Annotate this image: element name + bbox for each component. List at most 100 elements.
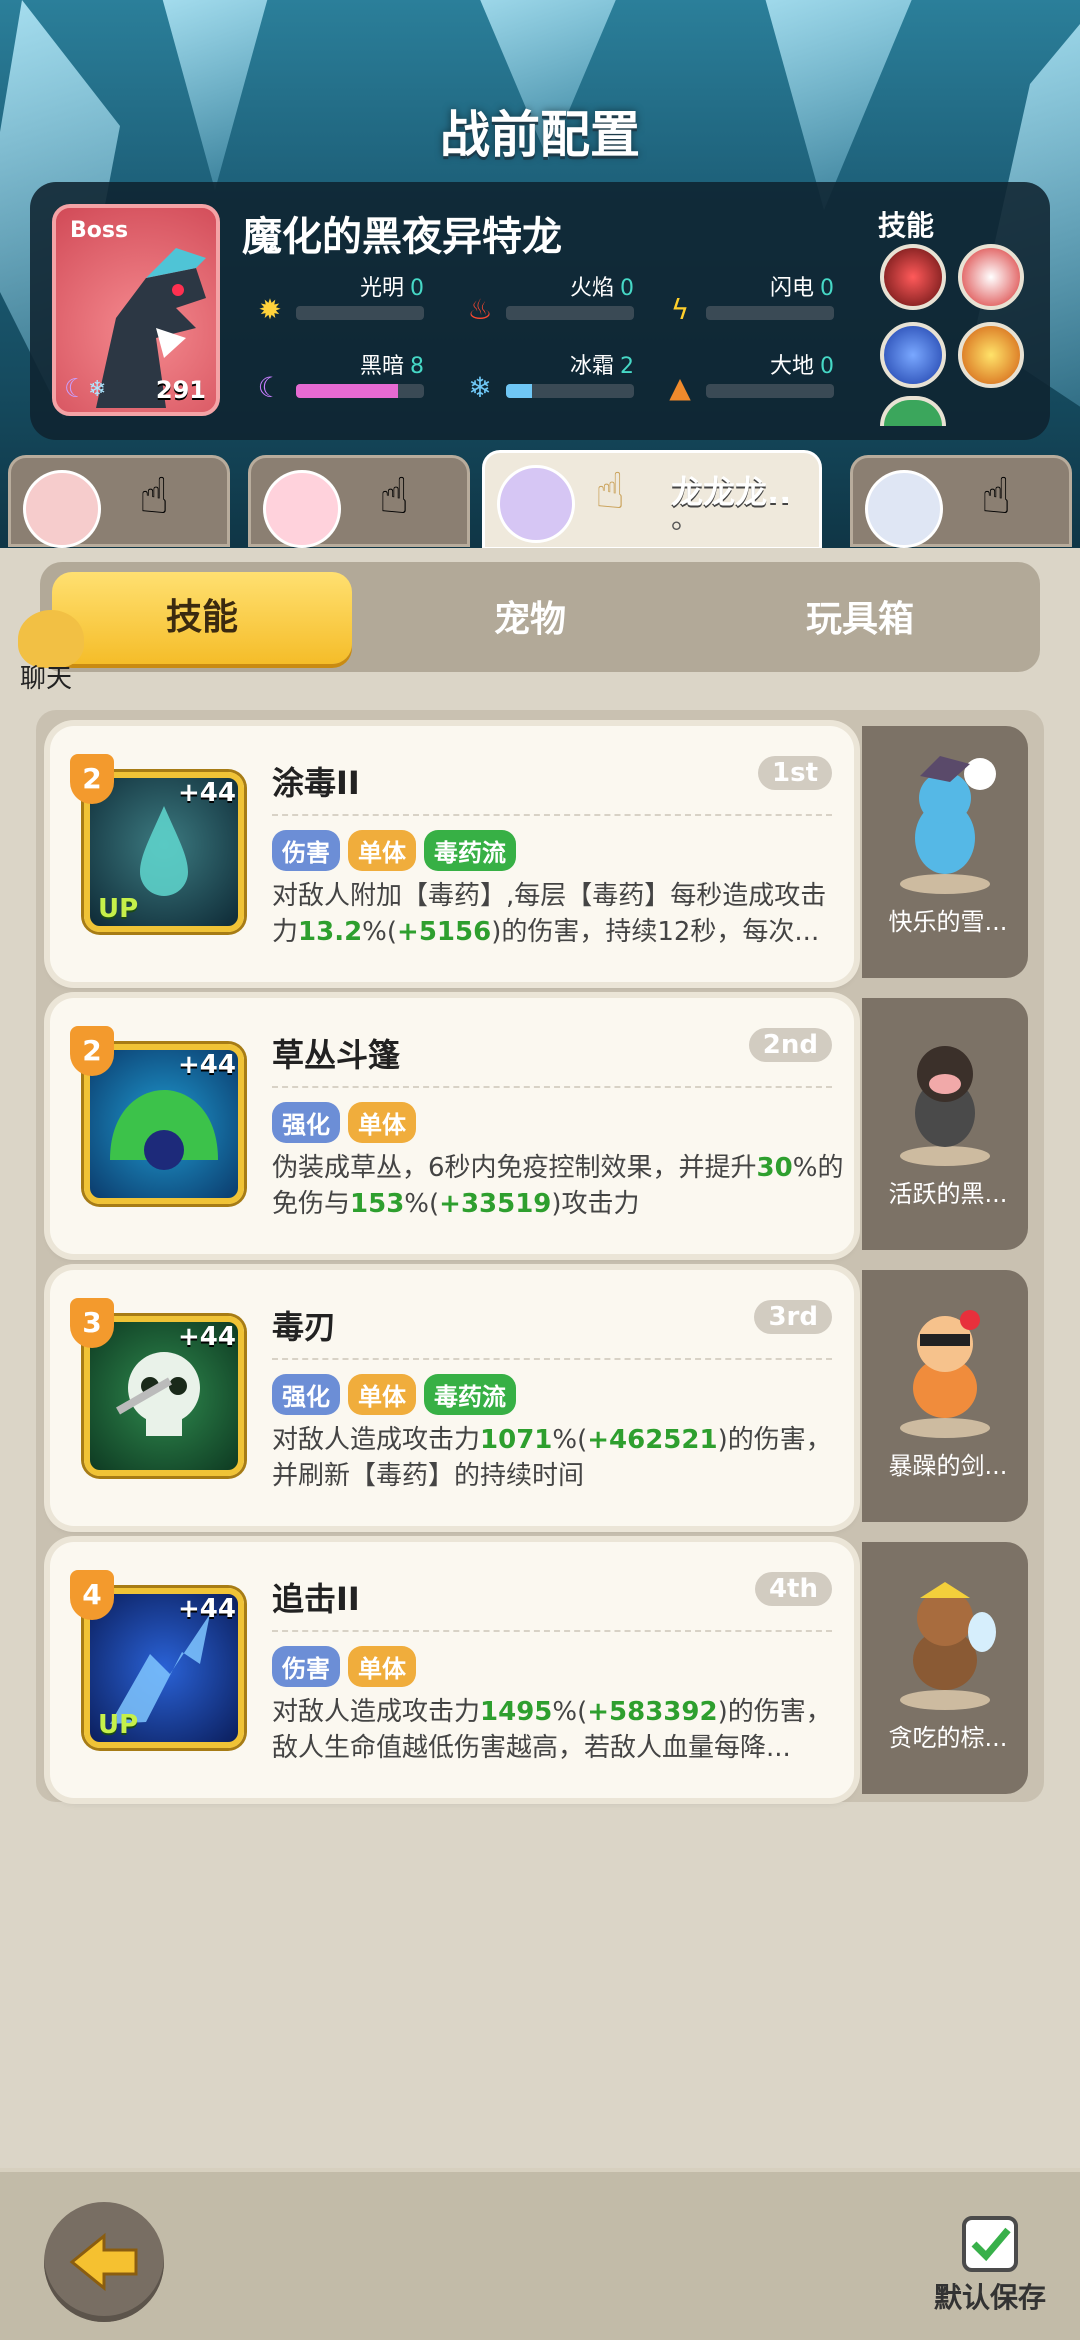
hero-avatar [497,465,575,543]
attr-label: 黑暗 [359,354,404,379]
attr-label: 光明 [359,276,404,301]
hero-avatar [865,470,943,548]
skill-tag: 单体 [348,1646,416,1687]
skill-up-label: UP [98,1710,139,1740]
hero-avatar [263,470,341,548]
skill-description: 对敌人造成攻击力1495%(+583392)的伤害，敌人生命值越低伤害越高，若敌… [272,1697,832,1763]
boss-skill-crown-icon[interactable] [958,322,1024,388]
mountain-icon: ▲ [669,371,691,404]
moon-icon: ☾ [64,374,88,404]
skill-title: 追击II [272,1580,360,1618]
skill-card[interactable]: 3 +44 毒刃 3rd 强化 单体 毒药流 对敌人造成攻击力1071%(+46… [50,1270,854,1526]
attr-bar [506,384,634,398]
attr-fire: ♨ 火焰 0 [464,272,634,326]
back-button[interactable] [44,2202,164,2322]
pet-name: 暴躁的剑... [888,1452,1008,1480]
skill-tag: 单体 [348,830,416,871]
category-tabs: 技能 宠物 玩具箱 [40,562,1040,672]
hero-name-continued: 。 [671,502,700,535]
skill-bonus: +44 [178,1050,236,1080]
skill-tag: 单体 [348,1374,416,1415]
boss-skills-label: 技能 [878,209,935,242]
snowflake-icon: ❄ [88,377,107,402]
skill-card[interactable]: 2 +44 草丛斗篷 2nd 强化 单体 伪装成草丛，6秒内免疫控制效果，并提升… [50,998,854,1254]
attr-value: 0 [410,276,424,301]
attr-dark: ☾ 黑暗 8 [254,350,424,404]
hero-tab-1[interactable]: ☝ [8,455,230,548]
skill-description: 伪装成草丛，6秒内免疫控制效果，并提升30%的免伤与153%(+33519)攻击… [272,1153,844,1219]
tap-hand-icon: ☝ [595,462,626,520]
attr-bar [706,384,834,398]
pet-card[interactable]: 活跃的黑... [862,998,1028,1250]
boss-tag: Boss [70,218,129,243]
skill-tag: 毒药流 [424,1374,516,1415]
pet-name: 活跃的黑... [888,1180,1008,1208]
pet-name: 快乐的雪... [888,908,1008,936]
pet-figure-icon [900,1046,990,1166]
pet-figure-icon [900,1582,996,1710]
boss-skill-bite-icon[interactable] [880,244,946,310]
chat-label: 聊天 [20,664,73,694]
boss-skill-beast-icon[interactable] [958,244,1024,310]
skill-card[interactable]: 2 +44 UP 涂毒II 1st 伤害 单体 毒药流 对敌人附加【毒药】,每层… [50,726,854,982]
skill-card[interactable]: 4 +44 UP 追击II 4th 伤害 单体 对敌人造成攻击力1495%(+5… [50,1542,854,1798]
skill-tag: 强化 [272,1102,340,1143]
skill-description: 对敌人附加【毒药】,每层【毒药】每秒造成攻击力13.2%(+5156)的伤害，持… [272,881,827,947]
hero-tab-4[interactable]: ☝ [850,455,1072,548]
boss-avatar[interactable]: Boss ☾ ❄ 291 [52,204,220,416]
skill-level-badge: 2 [70,754,114,804]
flame-icon: ♨ [467,293,493,326]
pet-card[interactable]: 暴躁的剑... [862,1270,1028,1522]
default-save-label: 默认保存 [934,2281,1047,2314]
default-save-checkbox[interactable] [962,2216,1018,2272]
attr-label: 闪电 [769,276,814,301]
attr-frost: ❄ 冰霜 2 [464,350,634,404]
attr-bar [296,384,424,398]
attr-label: 火焰 [569,276,614,301]
tab-toy-box[interactable]: 玩具箱 [710,580,1010,660]
attr-label: 冰霜 [569,354,614,379]
snowflake-icon: ❄ [468,371,492,404]
skill-tag: 伤害 [272,1646,340,1687]
skill-description: 对敌人造成攻击力1071%(+462521)的伤害，并刷新【毒药】的持续时间 [272,1425,832,1491]
tap-hand-icon: ☝ [379,467,410,525]
tap-hand-icon: ☝ [981,467,1012,525]
boss-name: 魔化的黑夜异特龙 [242,214,562,260]
skill-tag: 毒药流 [424,830,516,871]
skill-rank: 4th [754,1572,832,1606]
hero-tab-3-active[interactable]: ☝ 龙龙龙.. 。 [482,450,822,550]
moon-icon: ☾ [257,371,283,404]
boss-skill-partial-icon[interactable] [880,396,946,426]
skill-tag: 强化 [272,1374,340,1415]
pet-figure-icon [900,756,996,894]
attr-bar [706,306,834,320]
attr-earth: ▲ 大地 0 [664,350,834,404]
attr-lightning: ϟ 闪电 0 [664,272,834,326]
tab-skill[interactable]: 技能 [52,572,352,664]
attr-value: 0 [820,354,834,379]
skill-level-badge: 3 [70,1298,114,1348]
hero-tab-2[interactable]: ☝ [248,455,470,548]
attr-light: ✹ 光明 0 [254,272,424,326]
attr-value: 0 [820,276,834,301]
tab-pet[interactable]: 宠物 [380,580,680,660]
skill-level-badge: 4 [70,1570,114,1620]
skill-tag: 单体 [348,1102,416,1143]
attr-bar [296,306,424,320]
lightning-icon: ϟ [670,293,690,326]
skill-level-badge: 2 [70,1026,114,1076]
boss-skill-lightning-icon[interactable] [880,322,946,388]
skill-title: 毒刃 [272,1308,337,1346]
pet-card[interactable]: 快乐的雪... [862,726,1028,978]
attr-bar [506,306,634,320]
arrow-left-icon [69,2232,138,2292]
boss-level: 291 [155,376,206,404]
skill-tag: 伤害 [272,830,340,871]
skill-bonus: +44 [178,1322,236,1352]
tap-hand-icon: ☝ [139,467,170,525]
attr-value: 2 [620,354,634,379]
skill-bonus: +44 [178,1594,236,1624]
skill-rank: 2nd [748,1028,832,1062]
pet-card[interactable]: 贪吃的棕... [862,1542,1028,1794]
skill-title: 草丛斗篷 [272,1036,401,1074]
